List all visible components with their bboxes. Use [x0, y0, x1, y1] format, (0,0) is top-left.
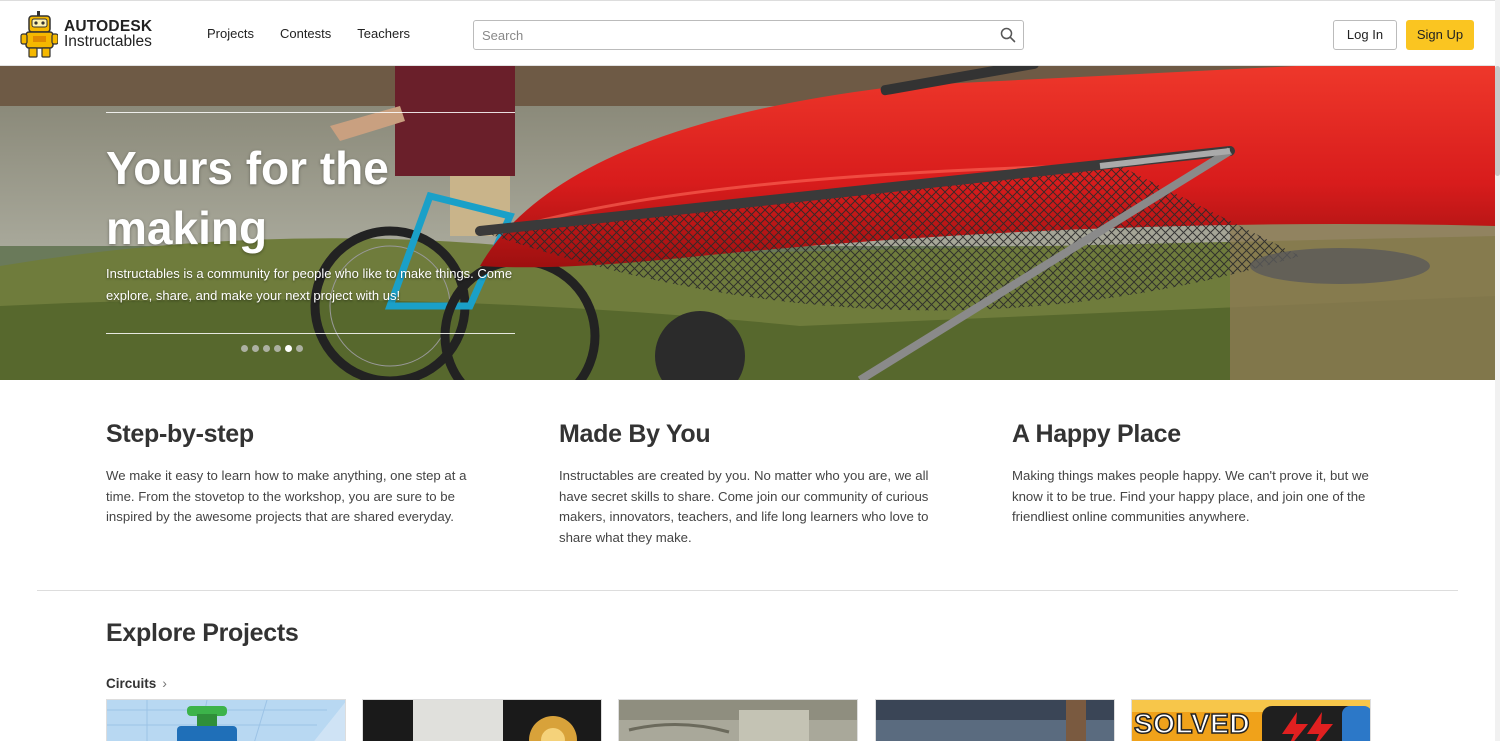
category-link-circuits[interactable]: Circuits ›	[106, 675, 167, 691]
site-header: AUTODESK Instructables Projects Contests…	[0, 0, 1500, 66]
card-overlay-text: SOLVED	[1133, 707, 1251, 740]
carousel-dots	[241, 345, 303, 352]
carousel-dot-active[interactable]	[285, 345, 292, 352]
project-card[interactable]	[875, 699, 1115, 741]
hero-top-rule	[106, 112, 515, 113]
nav-teachers[interactable]: Teachers	[357, 26, 410, 41]
nav-contests[interactable]: Contests	[280, 26, 331, 41]
feature-text: We make it easy to learn how to make any…	[106, 468, 467, 525]
project-card[interactable]	[362, 699, 602, 741]
carousel-dot[interactable]	[274, 345, 281, 352]
project-card[interactable]: SOLVED	[1131, 699, 1371, 741]
logo-brand-text: AUTODESK	[64, 18, 153, 35]
feature-happy-place: A Happy Place Making things makes people…	[1012, 420, 1382, 528]
search-icon[interactable]	[1000, 27, 1016, 43]
signup-button[interactable]: Sign Up	[1406, 20, 1474, 50]
category-label: Circuits	[106, 675, 157, 691]
logo-product-text: Instructables	[64, 33, 152, 50]
carousel-dot[interactable]	[296, 345, 303, 352]
hero-description: Instructables is a community for people …	[106, 266, 513, 303]
feature-text: Instructables are created by you. No mat…	[559, 468, 929, 545]
feature-title: Step-by-step	[106, 420, 254, 448]
section-divider	[37, 590, 1458, 591]
main-nav: Projects Contests Teachers	[207, 26, 410, 41]
instructables-logo[interactable]: AUTODESK Instructables	[20, 10, 152, 58]
hero-banner: Yours for the making Instructables is a …	[0, 66, 1495, 380]
project-card[interactable]	[618, 699, 858, 741]
search-input[interactable]	[474, 21, 974, 49]
search-box	[473, 20, 1024, 50]
scrollbar-thumb[interactable]	[1495, 66, 1500, 176]
hero-bottom-rule	[106, 333, 515, 334]
hero-title: Yours for the making	[106, 142, 389, 254]
carousel-dot[interactable]	[241, 345, 248, 352]
feature-title: Made By You	[559, 420, 711, 448]
feature-text: Making things makes people happy. We can…	[1012, 468, 1369, 525]
robot-mascot-icon	[20, 10, 59, 58]
carousel-dot[interactable]	[263, 345, 270, 352]
chevron-right-icon: ›	[162, 675, 167, 691]
feature-made-by-you: Made By You Instructables are created by…	[559, 420, 939, 548]
feature-title: A Happy Place	[1012, 420, 1181, 448]
project-card[interactable]	[106, 699, 346, 741]
carousel-dot[interactable]	[252, 345, 259, 352]
login-button[interactable]: Log In	[1333, 20, 1397, 50]
nav-projects[interactable]: Projects	[207, 26, 254, 41]
feature-step-by-step: Step-by-step We make it easy to learn ho…	[106, 420, 486, 528]
explore-projects-title: Explore Projects	[106, 619, 299, 647]
page-scrollbar[interactable]	[1495, 0, 1500, 741]
